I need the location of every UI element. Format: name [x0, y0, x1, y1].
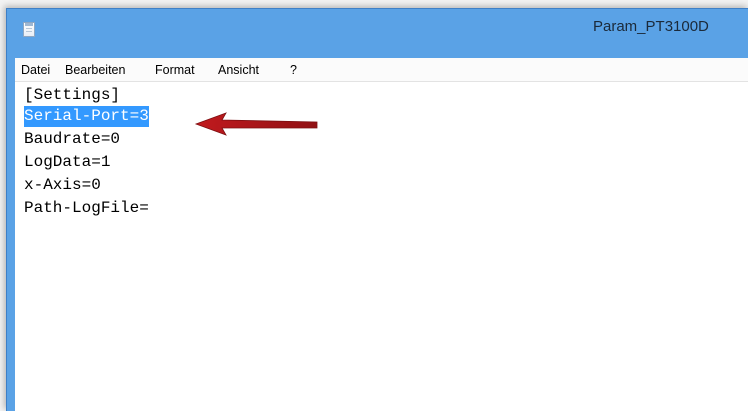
- notepad-icon[interactable]: [23, 22, 35, 37]
- notepad-window: Param_PT3100D Datei Bearbeiten Format An…: [6, 8, 748, 411]
- menu-help[interactable]: ?: [290, 63, 297, 77]
- text-line-settings[interactable]: [Settings]: [24, 85, 120, 106]
- window-title: Param_PT3100D: [593, 18, 709, 35]
- menu-bar: Datei Bearbeiten Format Ansicht ?: [15, 58, 748, 82]
- menu-datei[interactable]: Datei: [21, 63, 50, 77]
- title-bar[interactable]: Param_PT3100D: [7, 9, 748, 58]
- menu-format[interactable]: Format: [155, 63, 195, 77]
- text-editor-area[interactable]: [Settings] Serial-Port=3 Baudrate=0 LogD…: [15, 82, 748, 411]
- red-arrow-annotation: [194, 112, 318, 136]
- text-line-path-logfile[interactable]: Path-LogFile=: [24, 198, 149, 219]
- text-line-logdata[interactable]: LogData=1: [24, 152, 110, 173]
- text-line-baudrate[interactable]: Baudrate=0: [24, 129, 120, 150]
- menu-ansicht[interactable]: Ansicht: [218, 63, 259, 77]
- text-line-x-axis[interactable]: x-Axis=0: [24, 175, 101, 196]
- text-line-serial-port-selected[interactable]: Serial-Port=3: [24, 106, 149, 127]
- menu-bearbeiten[interactable]: Bearbeiten: [65, 63, 125, 77]
